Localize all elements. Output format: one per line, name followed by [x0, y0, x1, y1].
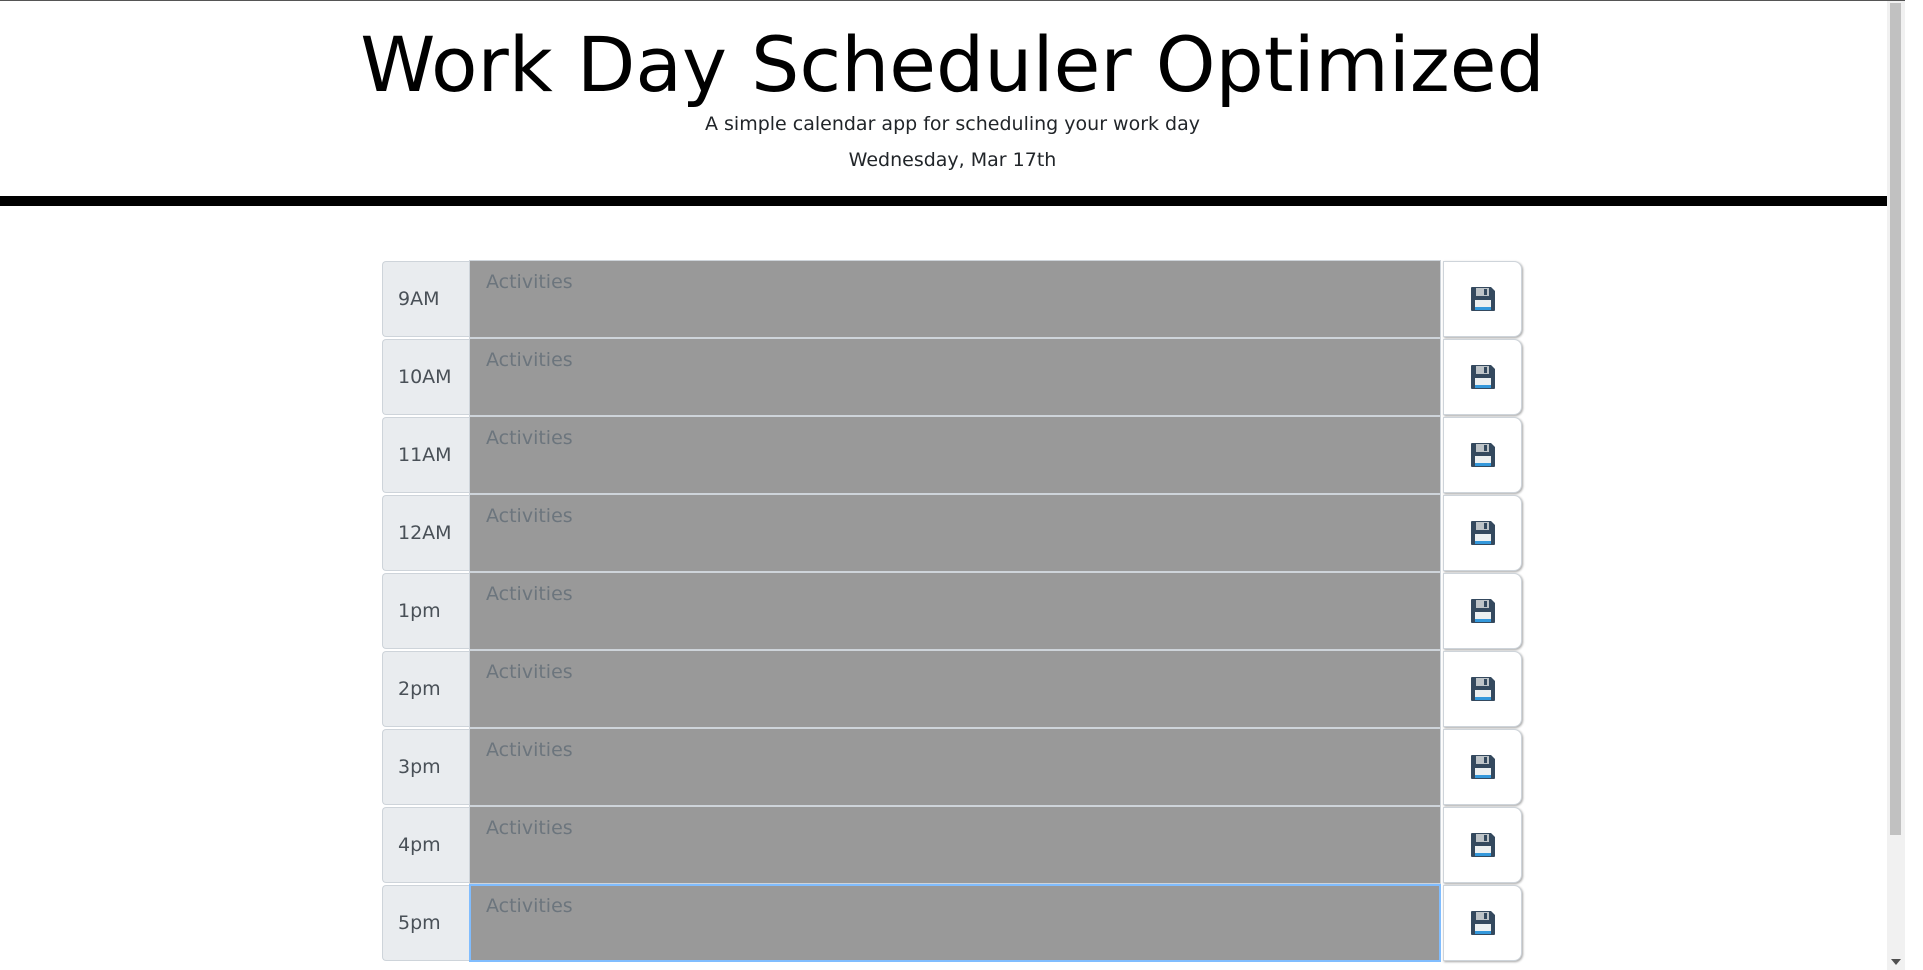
hour-label: 11AM	[382, 417, 469, 493]
activity-input[interactable]	[469, 650, 1441, 728]
hour-label: 5pm	[382, 885, 469, 961]
time-block-row: 1pm	[382, 572, 1522, 650]
hour-label: 2pm	[382, 651, 469, 727]
time-block-row: 2pm	[382, 650, 1522, 728]
time-block-row: 11AM	[382, 416, 1522, 494]
save-button[interactable]	[1443, 417, 1522, 493]
floppy-disk-icon	[1470, 521, 1495, 545]
time-block-row: 4pm	[382, 806, 1522, 884]
current-day: Wednesday, Mar 17th	[848, 149, 1057, 171]
vertical-scrollbar[interactable]	[1887, 1, 1905, 970]
scroll-down-arrow-icon[interactable]	[1891, 959, 1901, 965]
scrollbar-thumb[interactable]	[1890, 3, 1901, 835]
floppy-disk-icon	[1470, 833, 1495, 857]
hour-label: 12AM	[382, 495, 469, 571]
hour-label: 3pm	[382, 729, 469, 805]
hour-label: 9AM	[382, 261, 469, 337]
floppy-disk-icon	[1470, 755, 1495, 779]
floppy-disk-icon	[1470, 599, 1495, 623]
save-button[interactable]	[1443, 807, 1522, 883]
page-title: Work Day Scheduler Optimized	[360, 20, 1545, 109]
activity-input[interactable]	[469, 338, 1441, 416]
save-button[interactable]	[1443, 885, 1522, 961]
floppy-disk-icon	[1470, 677, 1495, 701]
time-block-row: 5pm	[382, 884, 1522, 962]
save-button[interactable]	[1443, 495, 1522, 571]
floppy-disk-icon	[1470, 911, 1495, 935]
activity-input[interactable]	[469, 806, 1441, 884]
page-subtitle: A simple calendar app for scheduling you…	[704, 113, 1201, 135]
page: Work Day Scheduler Optimized A simple ca…	[0, 0, 1905, 970]
activity-input[interactable]	[469, 260, 1441, 338]
activity-input[interactable]	[469, 572, 1441, 650]
floppy-disk-icon	[1470, 365, 1495, 389]
hour-label: 4pm	[382, 807, 469, 883]
time-block-row: 10AM	[382, 338, 1522, 416]
save-button[interactable]	[1443, 729, 1522, 805]
hour-label: 10AM	[382, 339, 469, 415]
time-block-row: 12AM	[382, 494, 1522, 572]
floppy-disk-icon	[1470, 287, 1495, 311]
activity-input[interactable]	[469, 416, 1441, 494]
save-button[interactable]	[1443, 651, 1522, 727]
header: Work Day Scheduler Optimized A simple ca…	[0, 1, 1905, 206]
time-block-row: 9AM	[382, 260, 1522, 338]
hour-label: 1pm	[382, 573, 469, 649]
save-button[interactable]	[1443, 261, 1522, 337]
floppy-disk-icon	[1470, 443, 1495, 467]
activity-input[interactable]	[469, 884, 1441, 962]
activity-input[interactable]	[469, 728, 1441, 806]
save-button[interactable]	[1443, 339, 1522, 415]
time-block-row: 3pm	[382, 728, 1522, 806]
schedule-container: 9AM10AM11AM12AM1pm2pm3pm4pm5pm	[382, 260, 1522, 962]
save-button[interactable]	[1443, 573, 1522, 649]
activity-input[interactable]	[469, 494, 1441, 572]
